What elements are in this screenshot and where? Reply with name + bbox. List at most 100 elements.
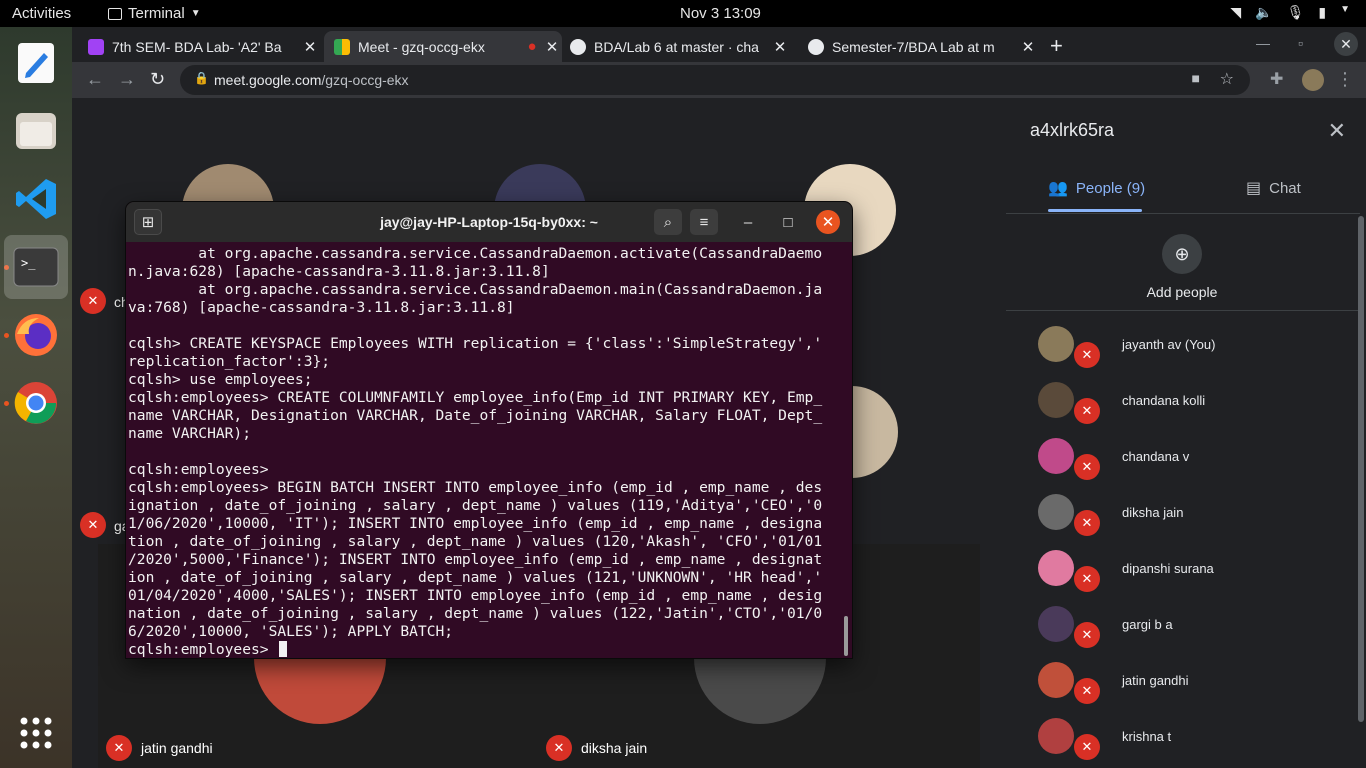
dock-show-apps[interactable] <box>4 701 68 765</box>
tab-people[interactable]: 👥 People (9) <box>1048 178 1145 198</box>
dock: >_ <box>0 27 72 768</box>
terminal-line: tion , date_of_joining , salary , dept_n… <box>128 533 823 550</box>
participant-row[interactable]: ✕ dipanshi surana <box>1006 544 1360 600</box>
terminal-line: at org.apache.cassandra.service.Cassandr… <box>198 281 823 298</box>
star-icon[interactable]: ☆ <box>1220 69 1234 89</box>
terminal-line: name VARCHAR); <box>128 425 252 442</box>
chat-icon: ▤ <box>1246 180 1262 197</box>
terminal-line: va:768) [apache-cassandra-3.11.8.jar:3.1… <box>128 299 515 316</box>
dock-text-editor[interactable] <box>4 31 68 95</box>
kebab-menu-icon[interactable]: ⋮ <box>1336 69 1354 90</box>
participant-row[interactable]: ✕ krishna t <box>1006 712 1360 768</box>
dock-vscode[interactable] <box>4 167 68 231</box>
meeting-code: a4xlrk65ra <box>1030 120 1115 140</box>
recording-dot-icon: ● <box>527 38 537 55</box>
dock-firefox[interactable] <box>4 303 68 367</box>
close-icon[interactable]: ✕ <box>816 210 840 234</box>
github-icon <box>808 38 824 55</box>
close-icon[interactable]: ✕ <box>542 38 562 56</box>
close-window-icon[interactable]: ✕ <box>1334 32 1358 56</box>
close-icon[interactable]: ✕ <box>770 38 790 56</box>
terminal-line: at org.apache.cassandra.service.Cassandr… <box>198 245 823 262</box>
muted-mic-icon: ✕ <box>1074 454 1100 480</box>
tab-classroom[interactable]: 7th SEM- BDA Lab- 'A2' Ba ✕ <box>78 31 320 62</box>
participant-name: chandana kolli <box>1122 393 1206 408</box>
wifi-icon: ◥ <box>1230 4 1242 20</box>
close-icon[interactable]: ✕ <box>1328 118 1346 144</box>
participant-avatar <box>1038 550 1074 586</box>
terminal-scrollbar[interactable] <box>844 616 848 656</box>
back-arrow-icon[interactable]: ← <box>86 69 104 90</box>
restore-icon[interactable]: ▫ <box>1298 35 1303 51</box>
app-menu[interactable]: Terminal ▼ <box>108 5 201 22</box>
tile-name: jatin gandhi <box>141 740 213 756</box>
muted-mic-icon: ✕ <box>80 288 106 314</box>
close-icon[interactable]: ✕ <box>300 38 320 56</box>
forward-arrow-icon[interactable]: → <box>118 69 136 90</box>
dock-terminal[interactable]: >_ <box>4 235 68 299</box>
participant-row[interactable]: ✕ jatin gandhi <box>1006 656 1360 712</box>
people-icon: 👥 <box>1048 180 1068 197</box>
firefox-icon <box>15 314 57 356</box>
new-tab-plus-icon[interactable]: + <box>1050 33 1063 59</box>
participant-row[interactable]: ✕ chandana v <box>1006 432 1360 488</box>
participant-row[interactable]: ✕ gargi b a <box>1006 600 1360 656</box>
address-bar[interactable]: 🔒 meet.google.com/gzq-occg-ekx ■ ☆ <box>180 65 1250 95</box>
tab-chat-label: Chat <box>1269 179 1301 197</box>
terminal-window: ⊞ jay@jay-HP-Laptop-15q-by0xx: ~ ⌕ ≡ – □… <box>126 202 852 658</box>
dock-chrome[interactable] <box>4 371 68 435</box>
maximize-icon[interactable]: □ <box>774 209 802 235</box>
active-tab-indicator <box>1048 209 1142 212</box>
battery-icon: ▮ <box>1318 4 1327 20</box>
caret-down-icon: ▼ <box>190 8 201 19</box>
reload-icon[interactable]: ↻ <box>150 69 165 90</box>
microphone-icon: 🎙 <box>1286 4 1305 20</box>
clock[interactable]: Nov 3 13:09 <box>680 5 761 22</box>
close-icon[interactable]: ✕ <box>1018 38 1038 56</box>
terminal-line: cqlsh> use employees; <box>128 371 313 388</box>
panel-scrollbar[interactable] <box>1358 216 1364 722</box>
extensions-icon[interactable]: ✚ <box>1270 69 1283 89</box>
tab-meet[interactable]: Meet - gzq-occg-ekx ● ✕ <box>324 31 562 62</box>
app-grid-icon <box>20 717 52 749</box>
terminal-line: replication_factor':3}; <box>128 353 331 370</box>
text-editor-icon <box>18 43 54 83</box>
hamburger-menu-icon[interactable]: ≡ <box>690 209 718 235</box>
muted-mic-icon: ✕ <box>1074 678 1100 704</box>
people-panel: a4xlrk65ra ✕ 👥 People (9) ▤ Chat ⊕ Add p… <box>1006 98 1366 768</box>
participant-row[interactable]: ✕ diksha jain <box>1006 488 1360 544</box>
minimize-icon[interactable]: – <box>734 209 762 235</box>
volume-icon: 🔈 <box>1255 4 1273 20</box>
system-tray[interactable]: ◥ 🔈 🎙 ▮ ▼ <box>1230 4 1350 21</box>
terminal-line: cqlsh:employees> CREATE COLUMNFAMILY emp… <box>128 389 823 406</box>
terminal-line: /2020',5000,'Finance'); INSERT INTO empl… <box>128 551 823 568</box>
terminal-line: 01/04/2020',4000,'SALES'); INSERT INTO e… <box>128 587 823 604</box>
muted-mic-icon: ✕ <box>1074 566 1100 592</box>
tab-title: BDA/Lab 6 at master · cha <box>594 38 759 55</box>
tab-github-lab6[interactable]: BDA/Lab 6 at master · cha ✕ <box>560 31 790 62</box>
classroom-icon <box>88 38 104 55</box>
participant-avatar <box>1038 382 1074 418</box>
participant-row[interactable]: ✕ jayanth av (You) <box>1006 320 1360 376</box>
search-icon[interactable]: ⌕ <box>654 209 682 235</box>
participant-name: jatin gandhi <box>1122 673 1189 688</box>
add-people-button[interactable]: ⊕ Add people <box>1146 234 1218 300</box>
tab-github-semester7[interactable]: Semester-7/BDA Lab at m ✕ <box>798 31 1038 62</box>
terminal-line: nation , date_of_joining , salary , dept… <box>128 605 823 622</box>
camera-icon[interactable]: ■ <box>1192 70 1200 86</box>
add-people-label: Add people <box>1146 284 1218 300</box>
minimize-icon[interactable]: — <box>1256 35 1270 51</box>
terminal-output[interactable]: at org.apache.cassandra.service.Cassandr… <box>128 245 844 659</box>
participant-row[interactable]: ✕ chandana kolli <box>1006 376 1360 432</box>
participant-name: chandana v <box>1122 449 1190 464</box>
dock-files[interactable] <box>4 99 68 163</box>
tab-chat[interactable]: ▤ Chat <box>1246 178 1301 198</box>
terminal-line: name VARCHAR, Designation VARCHAR, Date_… <box>128 407 823 424</box>
participant-name: dipanshi surana <box>1122 561 1214 576</box>
participant-avatar <box>1038 438 1074 474</box>
terminal-cursor <box>279 641 288 657</box>
activities-button[interactable]: Activities <box>12 5 71 22</box>
profile-avatar[interactable] <box>1302 69 1324 91</box>
vscode-icon <box>16 179 56 219</box>
power-menu-icon: ▼ <box>1340 4 1350 15</box>
